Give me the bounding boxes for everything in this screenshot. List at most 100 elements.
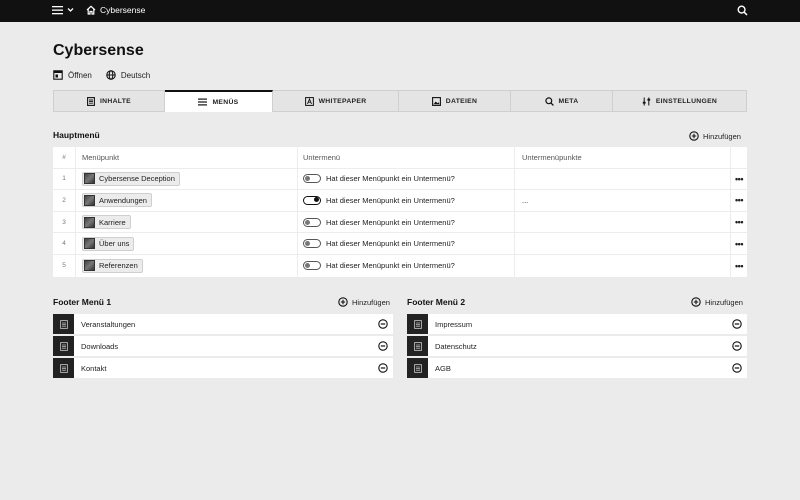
page-title: Cybersense [53,42,144,59]
row-number: 4 [62,240,66,248]
menu-item-label: Anwendungen [99,195,147,205]
sliders-icon [642,97,651,106]
thumbnail-icon [84,238,95,250]
page-icon [407,314,428,334]
remove-button[interactable] [373,363,393,373]
list-item-label: Veranstaltungen [81,319,136,329]
submenu-toggle[interactable] [303,261,321,271]
search-icon [544,96,554,106]
menu-item-cell: Cybersense Deception [75,168,297,190]
column-header-submenu: Untermenü [297,147,514,168]
row-number: 2 [62,196,66,204]
row-actions-button[interactable]: ••• [730,233,747,254]
remove-button[interactable] [727,319,747,329]
remove-button[interactable] [727,341,747,351]
language-selector[interactable]: Deutsch [106,70,150,80]
table-row: 3 Karriere Hat dieser Menüpunkt ein Unte… [53,211,747,234]
search-button[interactable] [737,5,748,16]
list-item-label: Downloads [81,341,119,351]
tab-inhalte[interactable]: INHALTE [54,91,165,111]
menu-lines-icon [198,98,208,106]
remove-button[interactable] [727,363,747,373]
remove-button[interactable] [373,319,393,329]
plus-circle-icon [691,297,701,307]
menu-item-chip[interactable]: Anwendungen [82,193,152,208]
column-header-subitems: Untermenüpunkte [514,147,730,168]
minus-circle-icon [378,363,388,373]
top-bar: Cybersense [0,0,800,22]
menu-item-label: Karriere [99,217,126,227]
main-menu-button[interactable] [52,5,74,15]
row-actions-button[interactable]: ••• [730,254,747,277]
add-label: Hinzufügen [352,297,390,307]
hamburger-icon [52,5,63,15]
menu-item-chip[interactable]: Cybersense Deception [82,171,180,186]
open-button[interactable]: Öffnen [53,70,92,80]
row-actions-button[interactable]: ••• [730,168,747,190]
subitems-cell [514,168,730,190]
submenu-toggle[interactable] [303,195,321,205]
menu-item-chip[interactable]: Referenzen [82,258,143,273]
thumbnail-icon [84,173,95,185]
list-item-label: Kontakt [81,363,107,373]
image-icon [431,96,441,106]
column-header-item: Menüpunkt [75,147,297,168]
footer-menu-1-add-button[interactable]: Hinzufügen [338,297,390,307]
tab-label: META [558,97,579,105]
submenu-cell: Hat dieser Menüpunkt ein Untermenü? [297,168,514,190]
menu-item-cell: Über uns [75,233,297,254]
language-label: Deutsch [120,70,151,80]
row-actions-button[interactable]: ••• [730,211,747,233]
main-menu-add-button[interactable]: Hinzufügen [689,131,741,141]
table-header: # Menüpunkt Untermenü Untermenüpunkte [53,147,747,169]
thumbnail-icon [84,260,95,272]
list-item[interactable]: Kontakt [53,358,393,378]
list-item[interactable]: Veranstaltungen [53,314,393,334]
submenu-cell: Hat dieser Menüpunkt ein Untermenü? [297,211,514,233]
submenu-question: Hat dieser Menüpunkt ein Untermenü? [326,174,455,184]
tab-menus[interactable]: MENÜS [165,90,273,112]
submenu-toggle[interactable] [303,239,321,249]
footer-menu-2-add-button[interactable]: Hinzufügen [691,297,743,307]
whitepaper-icon [304,96,314,106]
menu-item-cell: Karriere [75,211,297,233]
submenu-toggle[interactable] [303,217,321,227]
page-icon [53,336,74,356]
row-actions-button[interactable]: ••• [730,190,747,211]
tab-einstellungen[interactable]: EINSTELLUNGEN [613,91,746,111]
submenu-cell: Hat dieser Menüpunkt ein Untermenü? [297,233,514,254]
menu-item-chip[interactable]: Über uns [82,236,135,251]
list-item[interactable]: Downloads [53,336,393,356]
submenu-question: Hat dieser Menüpunkt ein Untermenü? [326,239,455,249]
minus-circle-icon [378,319,388,329]
list-item[interactable]: Impressum [407,314,747,334]
menu-item-chip[interactable]: Karriere [82,215,131,230]
page-icon [407,336,428,356]
table-row: 4 Über uns Hat dieser Menüpunkt ein Unte… [53,233,747,255]
minus-circle-icon [378,341,388,351]
submenu-question: Hat dieser Menüpunkt ein Untermenü? [326,217,455,227]
site-name: Cybersense [100,5,146,15]
page-icon [407,358,428,378]
page-icon [53,358,74,378]
submenu-toggle[interactable] [303,174,321,184]
list-item-label: AGB [435,363,451,373]
footer-menu-1-title: Footer Menü 1 [53,297,112,307]
list-item[interactable]: Datenschutz [407,336,747,356]
search-icon [737,5,748,16]
globe-icon [106,70,116,80]
minus-circle-icon [732,341,742,351]
subitems-cell [514,211,730,233]
tab-whitepaper[interactable]: WHITEPAPER [273,91,399,111]
remove-button[interactable] [373,341,393,351]
tab-bar: INHALTE MENÜS WHITEPAPER DATEIEN META EI… [53,90,747,112]
main-menu-title: Hauptmenü [53,130,100,140]
tab-label: INHALTE [99,97,132,105]
home-icon [86,5,96,15]
tab-meta[interactable]: META [511,91,613,111]
subitems-cell [514,233,730,254]
tab-label: MENÜS [212,98,239,106]
home-link[interactable]: Cybersense [86,5,145,15]
list-item[interactable]: AGB [407,358,747,378]
tab-dateien[interactable]: DATEIEN [399,91,511,111]
